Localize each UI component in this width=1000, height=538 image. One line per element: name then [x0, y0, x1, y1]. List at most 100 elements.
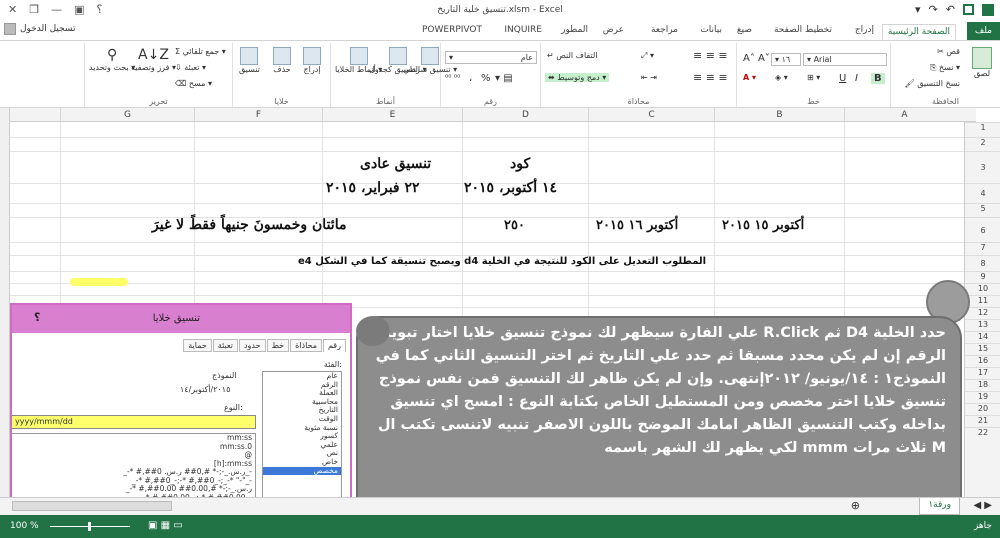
row-header[interactable]: 1: [965, 122, 1000, 137]
view-mode-icons[interactable]: ▣ ▦ ▭: [148, 520, 183, 531]
copy-button[interactable]: ⎘ نسخ ▾: [930, 63, 960, 73]
zoom-level[interactable]: 100 %: [10, 521, 39, 531]
cell-b6[interactable]: أكتوبر ١٥ ٢٠١٥: [722, 218, 804, 233]
font-name-select[interactable]: ▾ Arial: [803, 53, 887, 66]
cell-c6[interactable]: أكتوبر ١٦ ٢٠١٥: [596, 218, 678, 233]
comma-button[interactable]: ،: [469, 73, 472, 84]
bold-button[interactable]: B: [871, 73, 885, 84]
cell-e6[interactable]: مائتان وخمسونَ جنيهاً فقطً لا غيرَ: [152, 217, 346, 233]
format-cells-button[interactable]: تنسيق: [239, 47, 260, 74]
cell-row8[interactable]: المطلوب التعديل على الكود للنتيجة في الخ…: [298, 256, 706, 267]
cell-e3[interactable]: تنسيق عادى: [360, 156, 431, 172]
tab-insert[interactable]: إدراج: [855, 25, 874, 35]
column-header-g[interactable]: G: [60, 108, 194, 122]
format-item[interactable]: mm:ss.0: [12, 442, 255, 452]
insert-cells-button[interactable]: إدراج: [303, 47, 321, 74]
autosum-button[interactable]: Σ جمع تلقائي ▾: [175, 47, 226, 56]
tab-review[interactable]: مراجعة: [651, 25, 678, 35]
cell-styles-button[interactable]: أنماط الخلايا ▾: [335, 47, 382, 74]
column-header-f[interactable]: F: [194, 108, 322, 122]
row-header[interactable]: 22: [965, 427, 1000, 439]
font-color-icon[interactable]: A ▾: [743, 73, 756, 82]
percent-button[interactable]: %: [481, 73, 491, 84]
type-input[interactable]: yyyy/mmm/dd: [12, 415, 256, 429]
italic-button[interactable]: I: [855, 73, 858, 84]
align-top-icons[interactable]: ≡ ≡ ≡: [693, 49, 728, 62]
decimal-icons[interactable]: ⁰⁰ ⁰⁰: [445, 73, 460, 82]
dialog-help-button[interactable]: ؟: [34, 311, 40, 324]
row-header[interactable]: 19: [965, 391, 1000, 403]
format-item[interactable]: mm:ss: [12, 434, 255, 443]
underline-button[interactable]: U: [839, 73, 846, 84]
row-header[interactable]: 5: [965, 203, 1000, 217]
add-sheet-button[interactable]: ⊕: [851, 499, 860, 512]
row-header[interactable]: 11: [965, 295, 1000, 307]
tab-inquire[interactable]: INQUIRE: [504, 25, 542, 35]
dialog-tab-font[interactable]: خط: [266, 339, 290, 352]
redo-icon[interactable]: ↷: [929, 3, 938, 16]
borders-icon[interactable]: ⊞ ▾: [807, 73, 820, 82]
cell-e4[interactable]: ٢٢ فبراير، ٢٠١٥: [326, 180, 420, 196]
delete-cells-button[interactable]: حذف: [273, 47, 291, 74]
find-select-button[interactable]: ⚲ بحث وتحديد ▾: [89, 47, 135, 72]
row-header[interactable]: 12: [965, 307, 1000, 319]
fill-color-icon[interactable]: ◈ ▾: [775, 73, 788, 82]
row-header[interactable]: 10: [965, 283, 1000, 295]
tab-formulas[interactable]: صيغ: [737, 25, 752, 35]
customize-qat-icon[interactable]: ▾: [915, 3, 921, 16]
row-header[interactable]: 17: [965, 367, 1000, 379]
column-header-e[interactable]: E: [322, 108, 462, 122]
format-painter-button[interactable]: 🖌 نسخ التنسيق: [905, 79, 960, 88]
font-size-select[interactable]: ▾ ١٦: [771, 53, 801, 66]
clear-button[interactable]: ⌫ مسح ▾: [175, 79, 212, 88]
row-header[interactable]: 6: [965, 217, 1000, 242]
tab-powerpivot[interactable]: POWERPIVOT: [422, 25, 482, 35]
cut-button[interactable]: ✂ قص: [937, 47, 960, 56]
column-header-b[interactable]: B: [714, 108, 844, 122]
indent-icons[interactable]: ⇤ ⇥: [641, 73, 657, 82]
column-header-d[interactable]: D: [462, 108, 588, 122]
zoom-slider-handle[interactable]: [88, 522, 91, 531]
tab-file[interactable]: ملف: [966, 22, 1000, 40]
row-header[interactable]: 3: [965, 151, 1000, 183]
category-list[interactable]: عام الرقم العملة محاسبية التاريخ الوقت ن…: [262, 371, 342, 510]
row-header[interactable]: 21: [965, 415, 1000, 427]
row-header[interactable]: 2: [965, 137, 1000, 151]
orientation-icon[interactable]: ⤢ ▾: [641, 51, 654, 61]
save-icon[interactable]: [963, 4, 974, 15]
dialog-tab-border[interactable]: حدود: [238, 339, 266, 352]
row-header[interactable]: 20: [965, 403, 1000, 415]
align-horizontal-icons[interactable]: ≡ ≡ ≡: [693, 71, 728, 84]
row-header[interactable]: 14: [965, 331, 1000, 343]
merge-center-button[interactable]: ⬌ دمج وتوسيط ▾: [545, 73, 610, 82]
wrap-text-button[interactable]: ↵ التفاف النص: [547, 51, 598, 60]
vertical-scrollbar[interactable]: [0, 108, 10, 512]
sort-filter-button[interactable]: A↓Z فرز وتصفية ▾: [131, 47, 176, 72]
row-header[interactable]: 7: [965, 242, 1000, 255]
sheet-nav-icon[interactable]: ◀ ▶: [973, 500, 992, 511]
tab-home[interactable]: الصفحة الرئيسية: [881, 24, 956, 41]
row-header[interactable]: 13: [965, 319, 1000, 331]
row-header[interactable]: 9: [965, 271, 1000, 283]
dialog-tab-protection[interactable]: حماية: [183, 339, 212, 352]
font-grow-shrink[interactable]: A˄ A˅: [743, 53, 770, 64]
fill-button[interactable]: ⇩ تعبئة ▾: [175, 63, 206, 72]
tab-page-layout[interactable]: تخطيط الصفحة: [774, 25, 832, 35]
row-header[interactable]: 4: [965, 183, 1000, 203]
dialog-tab-fill[interactable]: تعبئة: [212, 339, 238, 352]
row-header[interactable]: 16: [965, 355, 1000, 367]
paste-button[interactable]: لصق: [972, 47, 992, 78]
dialog-tab-number[interactable]: رقم: [322, 339, 346, 352]
sheet-tab[interactable]: ورقة١: [919, 498, 960, 515]
tab-developer[interactable]: المطور: [561, 25, 588, 35]
tab-view[interactable]: عرض: [603, 25, 624, 35]
row-header[interactable]: 8: [965, 255, 1000, 271]
dialog-tab-alignment[interactable]: محاذاة: [290, 339, 322, 352]
undo-icon[interactable]: ↶: [946, 3, 955, 16]
accounting-format-button[interactable]: ▾ ▤: [495, 73, 513, 84]
column-header-a[interactable]: A: [844, 108, 964, 122]
cell-d4[interactable]: ١٤ أكتوبر، ٢٠١٥: [464, 180, 557, 196]
column-header-c[interactable]: C: [588, 108, 714, 122]
row-header[interactable]: 18: [965, 379, 1000, 391]
horizontal-scrollbar[interactable]: [12, 501, 172, 511]
